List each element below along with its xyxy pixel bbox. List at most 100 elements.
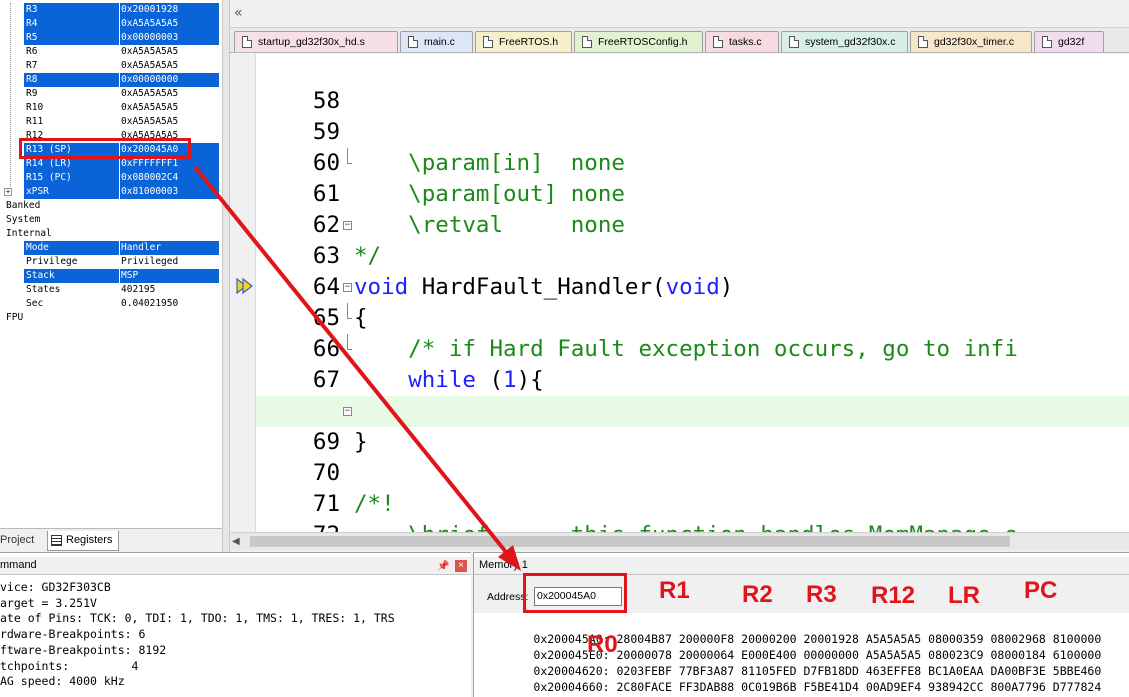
register-value[interactable]: 0xA5A5A5A5 — [121, 101, 178, 115]
register-row[interactable]: R9 0xA5A5A5A5 — [0, 87, 222, 101]
file-icon — [918, 36, 928, 48]
code-line[interactable]: 70 \brief this function handles MemManag… — [256, 427, 1129, 532]
code-line[interactable]: 60 \retval none — [256, 117, 1129, 238]
register-value[interactable]: 0x81000003 — [120, 185, 219, 199]
register-value[interactable]: 0xA5A5A5A5 — [121, 87, 178, 101]
file-icon — [408, 36, 418, 48]
file-tab[interactable]: gd32f — [1034, 31, 1104, 52]
internal-row[interactable]: Stack MSP — [0, 269, 222, 283]
register-value[interactable]: 0x00000003 — [120, 31, 219, 45]
register-row[interactable]: R15 (PC) 0x080002C4 — [0, 171, 222, 185]
memory-row[interactable]: 0x200046A0: 40D77AB7 DBF5340C 2C124953 D… — [478, 679, 1094, 697]
register-group-system[interactable]: System — [0, 213, 222, 227]
code-line[interactable]: 71 \param[in] none — [256, 458, 1129, 517]
register-value[interactable]: 0x20001928 — [120, 3, 219, 17]
file-tab[interactable]: gd32f30x_timer.c — [910, 31, 1032, 52]
close-icon[interactable]: × — [455, 560, 467, 572]
code-line[interactable]: 63 − { — [256, 210, 1129, 332]
command-line: ate of Pins: TCK: 0, TDI: 1, TDO: 1, TMS… — [0, 611, 395, 626]
register-value[interactable]: 0xA5A5A5A5 — [121, 45, 178, 59]
code-editor[interactable]: 58 \param[in] none 59 \param[out] none 6… — [230, 54, 1129, 532]
register-row[interactable]: R10 0xA5A5A5A5 — [0, 101, 222, 115]
register-name: R11 — [26, 116, 44, 127]
file-tab-label: FreeRTOSConfig.h — [598, 36, 688, 48]
fold-toggle-icon[interactable]: − — [343, 407, 352, 416]
register-group-internal[interactable]: Internal — [0, 227, 222, 241]
register-name: R10 — [26, 102, 44, 113]
tree-line — [10, 3, 11, 189]
tab-registers[interactable]: Registers — [47, 531, 119, 551]
code-line[interactable]: 59 \param[out] none — [256, 86, 1129, 207]
register-row[interactable]: R8 0x00000000 — [0, 73, 222, 87]
file-icon — [789, 36, 799, 48]
command-window-title: mmand 📌 × — [0, 557, 471, 575]
fold-end-marker — [347, 303, 352, 319]
editor-gutter[interactable] — [230, 54, 256, 532]
fold-toggle-icon[interactable]: − — [343, 221, 352, 230]
code-line[interactable]: 69 − /*! — [256, 396, 1129, 517]
register-row[interactable]: R4 0xA5A5A5A5 — [0, 17, 222, 31]
code-line[interactable]: 62 void HardFault_Handler(void) — [256, 179, 1129, 300]
register-row[interactable]: R14 (LR) 0xFFFFFFF1 — [0, 157, 222, 171]
tab-registers-label: Registers — [66, 534, 113, 546]
register-group-fpu[interactable]: FPU — [0, 311, 222, 325]
file-icon — [713, 36, 723, 48]
register-name: R6 — [26, 46, 38, 57]
file-icon — [242, 36, 252, 48]
scroll-left-icon[interactable]: ◀ — [232, 536, 240, 547]
register-value[interactable]: 0xA5A5A5A5 — [121, 59, 178, 73]
code-line[interactable]: 66 } — [256, 303, 1129, 424]
current-line-arrow-icon — [236, 277, 253, 295]
editor-horizontal-scrollbar[interactable]: ◀ — [230, 532, 1129, 550]
register-value[interactable]: 0x080002C4 — [120, 171, 219, 185]
register-row[interactable]: R3 0x20001928 — [0, 3, 222, 17]
register-group-label: Banked — [6, 200, 41, 211]
fold-toggle-icon[interactable]: − — [343, 283, 352, 292]
file-icon — [1042, 36, 1052, 48]
pane-splitter[interactable] — [222, 0, 230, 552]
scrollbar-thumb[interactable] — [250, 536, 1010, 547]
internal-row[interactable]: States 402195 — [0, 283, 222, 297]
register-value[interactable]: 0xA5A5A5A5 — [120, 17, 219, 31]
file-tab[interactable]: FreeRTOSConfig.h — [574, 31, 703, 52]
file-tab[interactable]: startup_gd32f30x_hd.s — [234, 31, 398, 52]
register-row[interactable]: R11 0xA5A5A5A5 — [0, 115, 222, 129]
register-value[interactable]: 0xFFFFFFF1 — [120, 157, 219, 171]
tab-project[interactable]: Project — [0, 531, 44, 551]
file-tab-label: startup_gd32f30x_hd.s — [258, 36, 365, 48]
register-row[interactable]: R7 0xA5A5A5A5 — [0, 59, 222, 73]
code-line[interactable]: 64 /* if Hard Fault exception occurs, go… — [256, 241, 1129, 362]
chevron-left-icon[interactable]: « — [234, 5, 243, 21]
code-line[interactable]: 72 \param[out] none — [256, 489, 1129, 532]
code-line[interactable]: 65 − while (1){ — [256, 272, 1129, 394]
internal-row[interactable]: Sec 0.04021950 — [0, 297, 222, 311]
code-line[interactable]: 58 \param[in] none — [256, 55, 1129, 176]
register-name: R5 — [24, 31, 119, 45]
code-line[interactable]: 67 } — [256, 334, 1129, 455]
register-name: R15 (PC) — [24, 171, 119, 185]
internal-value: MSP — [120, 269, 219, 283]
internal-value: Handler — [120, 241, 219, 255]
register-name: R8 — [24, 73, 119, 87]
register-group-banked[interactable]: Banked — [0, 199, 222, 213]
code-line[interactable]: 73 \retval — [256, 520, 1129, 532]
code-line[interactable]: 68 — [256, 365, 1129, 424]
file-tab[interactable]: FreeRTOS.h — [475, 31, 572, 52]
code-line[interactable]: 61 */ — [256, 148, 1129, 269]
internal-row[interactable]: Mode Handler — [0, 241, 222, 255]
register-value[interactable]: 0xA5A5A5A5 — [121, 115, 178, 129]
file-tab-strip: startup_gd32f30x_hd.s main.c FreeRTOS.h … — [230, 28, 1129, 53]
file-tab[interactable]: system_gd32f30x.c — [781, 31, 908, 52]
register-row[interactable]: xPSR 0x81000003 — [0, 185, 222, 199]
file-tab-label: tasks.c — [729, 36, 762, 48]
register-row[interactable]: R5 0x00000003 — [0, 31, 222, 45]
register-value[interactable]: 0x00000000 — [120, 73, 219, 87]
register-row[interactable]: R6 0xA5A5A5A5 — [0, 45, 222, 59]
memory-window: Memory 1 Address: 0x200045A0 0x200045A0:… — [473, 552, 1129, 697]
pin-icon[interactable]: 📌 — [437, 558, 449, 575]
registers-pane[interactable]: R3 0x20001928 R4 0xA5A5A5A5 R5 0x0000000… — [0, 0, 222, 528]
file-tab[interactable]: tasks.c — [705, 31, 779, 52]
expand-icon[interactable]: + — [4, 188, 12, 196]
file-tab[interactable]: main.c — [400, 31, 473, 52]
internal-row[interactable]: Privilege Privileged — [0, 255, 222, 269]
